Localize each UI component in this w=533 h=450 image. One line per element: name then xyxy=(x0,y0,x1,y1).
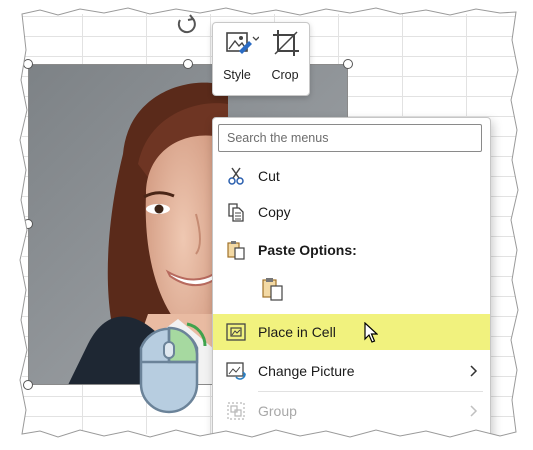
torn-paper-frame xyxy=(0,0,533,450)
